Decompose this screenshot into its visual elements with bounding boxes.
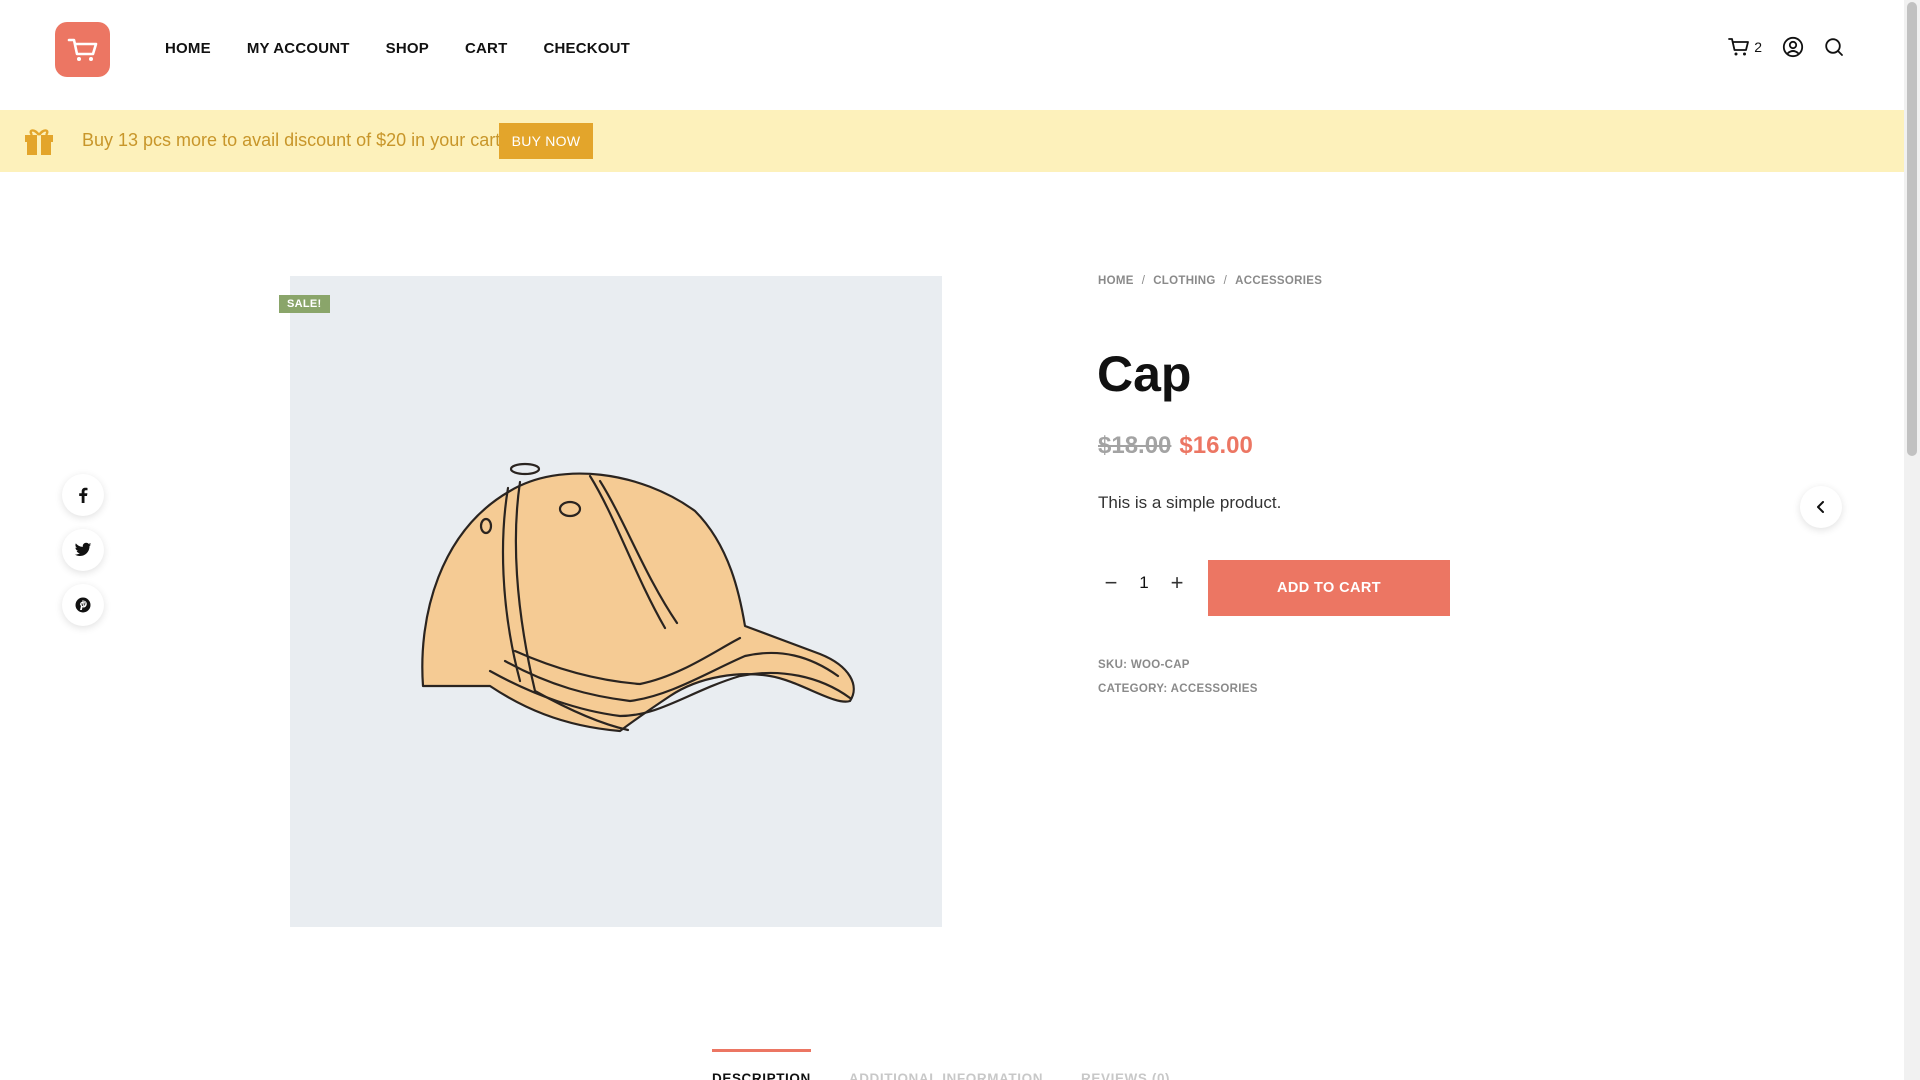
- nav-shop[interactable]: SHOP: [386, 40, 429, 57]
- notice-text: Buy 13 pcs more to avail discount of $20…: [82, 130, 506, 150]
- pinterest-share-button[interactable]: [62, 584, 104, 626]
- prev-product-button[interactable]: [1800, 486, 1842, 528]
- gift-icon: [25, 129, 53, 155]
- site-logo[interactable]: [55, 22, 110, 77]
- product-image[interactable]: [290, 276, 942, 927]
- category-label: CATEGORY:: [1098, 683, 1168, 695]
- facebook-icon: [79, 487, 88, 503]
- twitter-icon: [74, 542, 92, 556]
- cart-logo-icon: [67, 38, 97, 61]
- breadcrumb: HOME / CLOTHING / ACCESSORIES: [1098, 275, 1322, 287]
- breadcrumb-clothing[interactable]: CLOTHING: [1153, 275, 1215, 287]
- tab-additional-information[interactable]: ADDITIONAL INFORMATION: [849, 1049, 1043, 1080]
- short-description: This is a simple product.: [1098, 493, 1282, 512]
- site-header: HOME MY ACCOUNT SHOP CART CHECKOUT 2: [0, 0, 1904, 110]
- social-share: [62, 474, 104, 626]
- quantity-decrease-button[interactable]: −: [1098, 570, 1124, 596]
- product-price: $18.00 $16.00: [1098, 432, 1253, 460]
- search-icon[interactable]: [1824, 37, 1844, 57]
- buy-now-button[interactable]: BUY NOW: [499, 123, 593, 159]
- product-tabs: DESCRIPTION ADDITIONAL INFORMATION REVIE…: [712, 1049, 1170, 1080]
- breadcrumb-home[interactable]: HOME: [1098, 275, 1134, 287]
- product-title: Cap: [1097, 346, 1192, 402]
- breadcrumb-accessories: ACCESSORIES: [1235, 275, 1323, 287]
- breadcrumb-separator: /: [1223, 275, 1228, 287]
- sku-row: SKU: WOO-CAP: [1098, 653, 1258, 677]
- regular-price: $18.00: [1098, 432, 1172, 459]
- cap-image: [421, 462, 855, 733]
- sale-price: $16.00: [1179, 432, 1253, 459]
- main-nav: HOME MY ACCOUNT SHOP CART CHECKOUT: [165, 40, 630, 57]
- user-icon[interactable]: [1782, 36, 1804, 58]
- pinterest-icon: [75, 597, 91, 613]
- header-cart-button[interactable]: 2: [1728, 37, 1762, 57]
- quantity-increase-button[interactable]: +: [1164, 570, 1190, 596]
- category-row: CATEGORY: ACCESSORIES: [1098, 677, 1258, 701]
- nav-home[interactable]: HOME: [165, 40, 211, 57]
- discount-notice-bar: Buy 13 pcs more to avail discount of $20…: [0, 110, 1904, 172]
- category-link[interactable]: ACCESSORIES: [1171, 683, 1258, 695]
- twitter-share-button[interactable]: [62, 529, 104, 571]
- nav-checkout[interactable]: CHECKOUT: [543, 40, 630, 57]
- quantity-input[interactable]: 1: [1124, 573, 1164, 593]
- sale-badge: SALE!: [279, 295, 330, 313]
- chevron-left-icon: [1817, 501, 1824, 513]
- breadcrumb-separator: /: [1141, 275, 1146, 287]
- tab-reviews[interactable]: REVIEWS (0): [1081, 1049, 1170, 1080]
- quantity-stepper: − 1 +: [1098, 570, 1190, 596]
- product-meta: SKU: WOO-CAP CATEGORY: ACCESSORIES: [1098, 653, 1258, 701]
- sku-value: WOO-CAP: [1130, 659, 1190, 671]
- header-icons: 2: [1728, 36, 1844, 58]
- nav-cart[interactable]: CART: [465, 40, 507, 57]
- add-to-cart-button[interactable]: ADD TO CART: [1208, 560, 1450, 616]
- cart-icon: [1728, 38, 1750, 56]
- scrollbar-thumb[interactable]: [1907, 2, 1917, 456]
- nav-my-account[interactable]: MY ACCOUNT: [247, 40, 350, 57]
- sku-label: SKU:: [1098, 659, 1128, 671]
- facebook-share-button[interactable]: [62, 474, 104, 516]
- cart-count-badge: 2: [1754, 39, 1762, 55]
- tab-description[interactable]: DESCRIPTION: [712, 1049, 811, 1080]
